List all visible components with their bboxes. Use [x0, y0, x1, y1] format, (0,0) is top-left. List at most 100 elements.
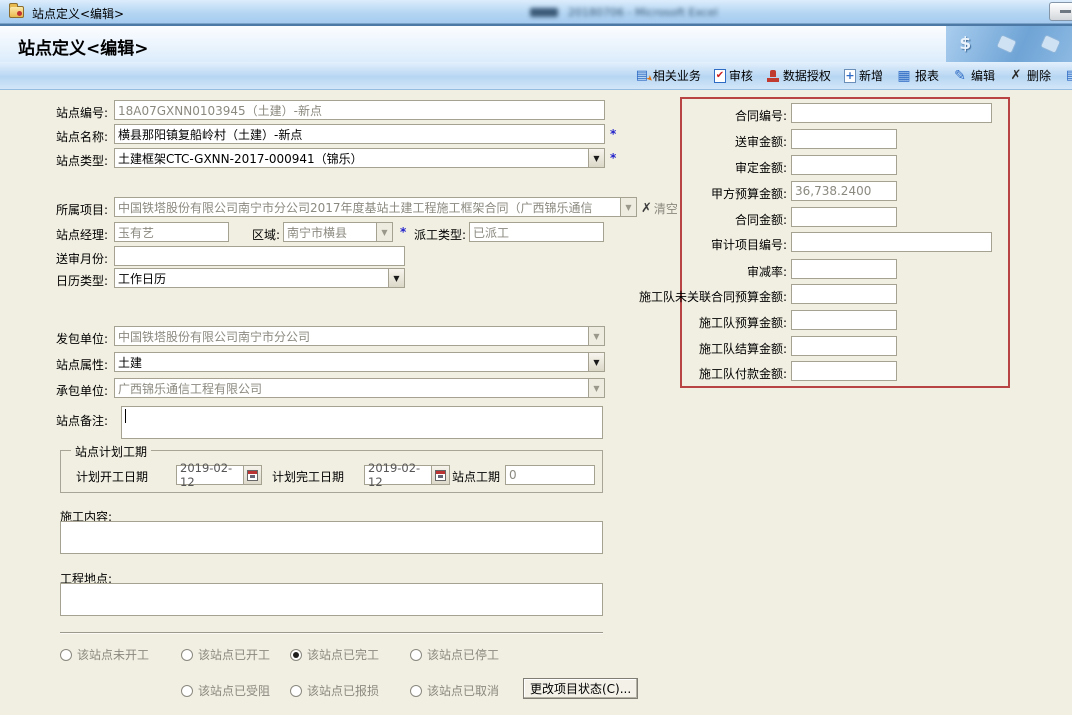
minimize-button[interactable]	[1049, 2, 1072, 21]
radio-site-damaged: 该站点已报损	[290, 682, 379, 699]
calendar-type-dropdown[interactable]: 工作日历 ▼	[114, 268, 405, 288]
site-code-label: 站点编号:	[24, 104, 108, 121]
chevron-down-icon[interactable]: ▼	[388, 269, 404, 287]
crew-unlinked-budget-label: 施工队未关联合同预算金额:	[607, 288, 787, 305]
change-project-status-button[interactable]: 更改项目状态(C)...	[523, 678, 638, 699]
chevron-down-icon[interactable]: ▼	[588, 149, 604, 167]
stamp-icon	[766, 69, 780, 83]
radio-site-started: 该站点已开工	[181, 646, 270, 663]
dollar-icon: $	[959, 34, 971, 54]
delete-button[interactable]: ✗ 删除	[1008, 67, 1051, 84]
page-title: 站点定义<编辑>	[18, 34, 149, 59]
audit-button[interactable]: ✔ 审核	[714, 67, 753, 84]
contract-amount-input[interactable]	[791, 207, 897, 227]
contract-number-label: 合同编号:	[607, 107, 787, 124]
plan-duration-input	[505, 465, 595, 485]
page-header	[0, 26, 1072, 62]
plan-end-label: 计划完工日期	[272, 468, 344, 485]
related-business-icon: ▤	[634, 68, 650, 84]
project-dropdown: 中国铁塔股份有限公司南宁市分公司2017年度基站土建工程施工框架合同（广西锦乐通…	[114, 197, 637, 217]
site-manager-input	[114, 222, 229, 242]
project-label: 所属项目:	[24, 201, 108, 218]
site-remark-textarea[interactable]	[121, 406, 603, 439]
chevron-down-icon: ▼	[376, 223, 392, 241]
party-a-budget-label: 甲方预算金额:	[607, 185, 787, 202]
contract-number-input[interactable]	[791, 103, 992, 123]
dispatch-type-label: 派工类型:	[406, 226, 466, 243]
plan-start-label: 计划开工日期	[76, 468, 148, 485]
plan-end-date-field[interactable]: 2019-02-12	[364, 465, 450, 485]
chevron-down-icon[interactable]: ▼	[588, 353, 604, 371]
site-attribute-dropdown[interactable]: 土建 ▼	[114, 352, 605, 372]
keyboard-key-graphic	[996, 34, 1017, 54]
review-month-label: 送审月份:	[24, 250, 108, 267]
site-name-input[interactable]	[114, 124, 605, 144]
submitted-amount-input[interactable]	[791, 129, 897, 149]
project-location-textarea[interactable]	[60, 583, 603, 616]
contract-unit-label: 承包单位:	[24, 382, 108, 399]
radio-site-not-started: 该站点未开工	[60, 646, 149, 663]
approved-amount-label: 审定金额:	[607, 159, 787, 176]
crew-budget-label: 施工队预算金额:	[607, 314, 787, 331]
audit-project-number-label: 审计项目编号:	[607, 236, 787, 253]
issuing-unit-label: 发包单位:	[24, 330, 108, 347]
crew-payment-label: 施工队付款金额:	[607, 365, 787, 382]
blurred-text-block	[530, 8, 558, 17]
new-page-icon: +	[844, 69, 856, 83]
radio-circle-icon	[181, 649, 193, 661]
audit-reduction-rate-input[interactable]	[791, 259, 897, 279]
audit-project-number-input[interactable]	[791, 232, 992, 252]
edit-button[interactable]: ✎ 编辑	[952, 67, 995, 84]
calendar-picker-button[interactable]	[243, 466, 261, 484]
radio-site-cancelled: 该站点已取消	[410, 682, 499, 699]
approved-amount-input[interactable]	[791, 155, 897, 175]
site-name-label: 站点名称:	[24, 128, 108, 145]
site-attribute-label: 站点属性:	[24, 356, 108, 373]
issuing-unit-dropdown: 中国铁塔股份有限公司南宁市分公司 ▼	[114, 326, 605, 346]
chevron-down-icon: ▼	[588, 379, 604, 397]
review-month-input[interactable]	[114, 246, 405, 266]
crew-budget-input[interactable]	[791, 310, 897, 330]
radio-circle-icon	[410, 685, 422, 697]
crew-settlement-input[interactable]	[791, 336, 897, 356]
decorative-graphic: $	[946, 26, 1072, 62]
crew-settlement-label: 施工队结算金额:	[607, 340, 787, 357]
dispatch-type-input	[469, 222, 604, 242]
text-caret	[125, 409, 126, 423]
radio-site-stopped: 该站点已停工	[410, 646, 499, 663]
window-title: 站点定义<编辑>	[32, 5, 124, 22]
plan-duration-label: 站点工期	[452, 468, 500, 485]
report-button[interactable]: ▦ 报表	[896, 67, 939, 84]
site-type-label: 站点类型:	[24, 152, 108, 169]
radio-site-completed: 该站点已完工	[290, 646, 379, 663]
plan-start-date-field[interactable]: 2019-02-12	[176, 465, 262, 485]
calendar-picker-button[interactable]	[431, 466, 449, 484]
crew-unlinked-budget-input[interactable]	[791, 284, 897, 304]
data-authorization-button[interactable]: 数据授权	[766, 67, 831, 84]
keyboard-key-graphic	[1040, 34, 1061, 54]
audit-check-icon: ✔	[714, 69, 726, 83]
region-label: 区域:	[240, 226, 280, 243]
submitted-amount-label: 送审金额:	[607, 133, 787, 150]
contract-amount-label: 合同金额:	[607, 211, 787, 228]
region-dropdown: 南宁市横县 ▼	[283, 222, 393, 242]
edit-pencil-icon: ✎	[952, 68, 968, 84]
site-type-dropdown[interactable]: 土建框架CTC-GXNN-2017-000941（锦乐） ▼	[114, 148, 605, 168]
site-definition-window: 站点定义<编辑> 20180706 - Microsoft Excel 站点定义…	[0, 0, 1072, 715]
app-icon	[9, 6, 24, 18]
calendar-icon	[247, 470, 258, 481]
delete-x-icon: ✗	[1008, 68, 1024, 84]
toolbar: ▤ 相关业务 ✔ 审核 数据授权 + 新增 ▦ 报表 ✎ 编辑 ✗ 删除 ▤	[0, 62, 1072, 90]
radio-circle-icon	[290, 649, 302, 661]
radio-circle-icon	[60, 649, 72, 661]
related-business-button[interactable]: ▤ 相关业务	[634, 67, 701, 84]
site-manager-label: 站点经理:	[24, 226, 108, 243]
report-grid-icon: ▦	[896, 68, 912, 84]
radio-circle-icon	[410, 649, 422, 661]
audit-reduction-rate-label: 审减率:	[607, 263, 787, 280]
crew-payment-input[interactable]	[791, 361, 897, 381]
radio-site-blocked: 该站点已受阻	[181, 682, 270, 699]
window-titlebar: 站点定义<编辑> 20180706 - Microsoft Excel	[0, 0, 1072, 24]
add-new-button[interactable]: + 新增	[844, 67, 883, 84]
construction-content-textarea[interactable]	[60, 521, 603, 554]
